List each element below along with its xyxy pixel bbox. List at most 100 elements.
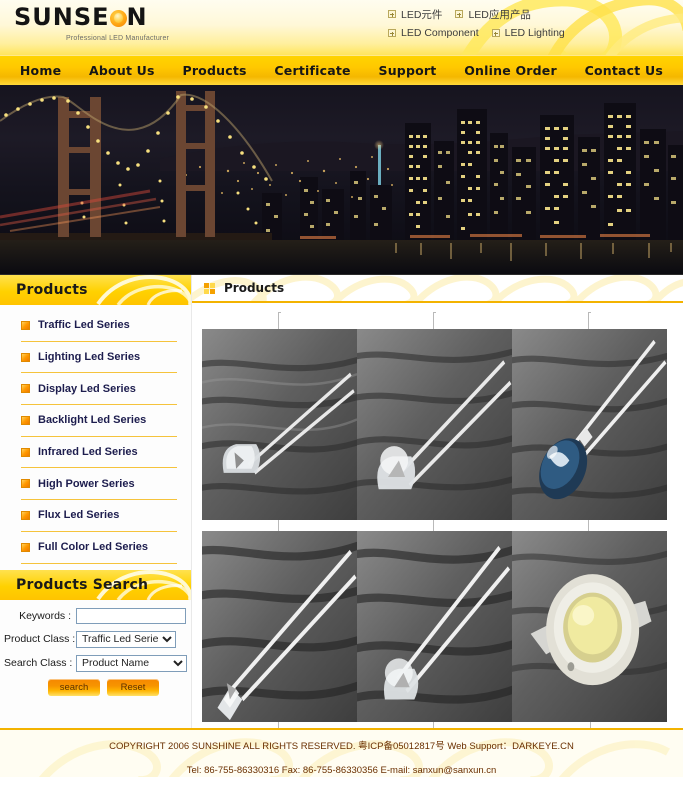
keywords-input[interactable] xyxy=(76,607,186,624)
product-card[interactable]: Traffic Led Series xyxy=(202,312,357,553)
product-image-lighting-led xyxy=(357,329,512,521)
sidebar-item-flux-led-series[interactable]: Flux Led Series xyxy=(21,500,177,532)
sidebar-item-label[interactable]: High Power Series xyxy=(38,478,135,490)
keywords-row: Keywords : xyxy=(4,607,187,624)
product-image-backlight-led xyxy=(202,531,357,723)
product-image-infrared-led xyxy=(357,531,512,723)
product-thumbnail-frame[interactable] xyxy=(202,312,357,538)
products-search-title: Products Search xyxy=(16,576,149,593)
main-navigation: Home About Us Products Certificate Suppo… xyxy=(0,55,683,85)
product-class-label: Product Class : xyxy=(4,633,76,645)
product-card[interactable]: Infrared Led Series xyxy=(357,514,512,728)
keywords-label: Keywords : xyxy=(19,609,71,622)
sidebar-item-label[interactable]: Traffic Led Series xyxy=(38,319,130,331)
logo-text-right: N xyxy=(126,3,148,31)
bullet-square-icon xyxy=(21,447,30,457)
four-squares-icon xyxy=(204,282,215,294)
product-card[interactable]: Backlight Led Series xyxy=(202,514,357,728)
sidebar-item-traffic-led-series[interactable]: Traffic Led Series xyxy=(21,310,177,342)
header-quick-links: LED元件 LED应用产品 LED Component LED Lighting xyxy=(388,6,658,44)
page-title: Products xyxy=(224,281,285,295)
plus-box-icon xyxy=(388,10,396,18)
quick-link-label: LED Lighting xyxy=(504,27,565,39)
product-class-select[interactable]: Traffic Led Series xyxy=(76,630,176,648)
plus-box-icon xyxy=(491,29,500,37)
sidebar-item-label[interactable]: Infrared Led Series xyxy=(38,446,138,458)
sidebar-item-label[interactable]: Flux Led Series xyxy=(38,509,119,521)
panel-header-decoration xyxy=(96,275,191,305)
search-class-label: Search Class : xyxy=(4,657,73,669)
product-image-traffic-led xyxy=(202,329,357,521)
bullet-square-icon xyxy=(21,352,30,362)
product-thumbnail-frame[interactable] xyxy=(357,514,512,728)
nav-item-online-order[interactable]: Online Order xyxy=(460,61,561,80)
main-content: Products xyxy=(192,275,683,728)
logo-wordmark: SUNSE N xyxy=(14,5,274,29)
product-card[interactable]: Display Led Series xyxy=(512,312,667,553)
sidebar-product-list: Traffic Led Series Lighting Led Series D… xyxy=(0,305,191,564)
bullet-square-icon xyxy=(21,320,30,330)
banner-cityscape-illustration xyxy=(0,91,683,274)
sidebar-item-backlight-led-series[interactable]: Backlight Led Series xyxy=(21,405,177,437)
nav-item-products[interactable]: Products xyxy=(178,61,250,80)
sidebar-products-title: Products xyxy=(16,282,88,298)
nav-item-home[interactable]: Home xyxy=(16,61,65,80)
quick-link-led-yuanjian[interactable]: LED元件 xyxy=(388,7,442,22)
product-card[interactable]: High Power Series xyxy=(512,514,667,728)
plus-box-icon xyxy=(455,10,464,18)
hero-banner xyxy=(0,85,683,275)
sidebar-item-infrared-led-series[interactable]: Infrared Led Series xyxy=(21,437,177,469)
content-header: Products xyxy=(192,275,683,303)
footer-copyright: COPYRIGHT 2006 SUNSHINE ALL RIGHTS RESER… xyxy=(109,741,574,752)
quick-link-led-component[interactable]: LED Component xyxy=(388,27,479,39)
quick-link-label: LED Component xyxy=(401,27,479,39)
sidebar-item-label[interactable]: Lighting Led Series xyxy=(38,351,140,363)
search-class-row: Search Class : Product Name xyxy=(4,654,187,672)
page-body: Products Traffic Led Series Lighting Led… xyxy=(0,275,683,728)
product-thumbnail-frame[interactable] xyxy=(512,514,667,728)
product-image-high-power-led xyxy=(512,531,667,723)
bullet-square-icon xyxy=(21,415,30,425)
product-thumbnail-frame[interactable] xyxy=(512,312,667,538)
sidebar-item-display-led-series[interactable]: Display Led Series xyxy=(21,373,177,406)
nav-item-about-us[interactable]: About Us xyxy=(85,61,159,80)
bullet-square-icon xyxy=(21,384,30,394)
products-search-form: Keywords : Product Class : Traffic Led S… xyxy=(0,600,191,700)
search-class-select[interactable]: Product Name xyxy=(76,654,187,672)
nav-item-contact-us[interactable]: Contact Us xyxy=(581,61,667,80)
sidebar-item-full-color-led-series[interactable]: Full Color Led Series xyxy=(21,532,177,564)
sidebar-item-label[interactable]: Full Color Led Series xyxy=(38,541,148,553)
bullet-square-icon xyxy=(21,542,30,552)
sidebar-item-lighting-led-series[interactable]: Lighting Led Series xyxy=(21,342,177,374)
product-card[interactable]: Lighting Led Series xyxy=(357,312,512,553)
sidebar-products-header: Products xyxy=(0,275,191,305)
products-search-panel: Products Search Keywords : Product Class… xyxy=(0,569,191,700)
quick-link-label: LED元件 xyxy=(401,8,443,21)
quick-links-row-2: LED Component LED Lighting xyxy=(388,25,658,41)
footer-contact: Tel: 86-755-86330316 Fax: 86-755-8633035… xyxy=(186,764,497,776)
site-header: SUNSE N Professional LED Manufacturer LED… xyxy=(0,0,683,55)
nav-item-certificate[interactable]: Certificate xyxy=(270,61,354,80)
sidebar: Products Traffic Led Series Lighting Led… xyxy=(0,275,192,728)
product-thumbnail-frame[interactable] xyxy=(202,514,357,728)
search-form-buttons: search Reset xyxy=(4,678,187,696)
bullet-square-icon xyxy=(21,510,30,520)
search-button[interactable]: search xyxy=(48,678,100,696)
plus-box-icon xyxy=(388,29,396,37)
sidebar-item-label[interactable]: Backlight Led Series xyxy=(38,414,146,426)
logo-text-left: SUNSE xyxy=(14,3,110,31)
sidebar-item-high-power-series[interactable]: High Power Series xyxy=(21,468,177,501)
reset-button[interactable]: Reset xyxy=(107,678,159,696)
logo-sun-icon xyxy=(109,9,127,27)
site-footer: COPYRIGHT 2006 SUNSHINE ALL RIGHTS RESER… xyxy=(0,728,683,777)
product-class-row: Product Class : Traffic Led Series xyxy=(4,630,187,648)
site-logo[interactable]: SUNSE N Professional LED Manufacturer xyxy=(14,5,274,42)
quick-link-led-yingyong[interactable]: LED应用产品 xyxy=(455,7,531,22)
product-thumbnail-frame[interactable] xyxy=(357,312,512,538)
quick-link-led-lighting[interactable]: LED Lighting xyxy=(491,27,565,39)
nav-item-support[interactable]: Support xyxy=(375,61,441,80)
sidebar-item-label[interactable]: Display Led Series xyxy=(38,383,136,395)
product-image-display-led xyxy=(512,329,667,521)
bullet-square-icon xyxy=(21,479,30,489)
logo-tagline: Professional LED Manufacturer xyxy=(66,35,170,42)
